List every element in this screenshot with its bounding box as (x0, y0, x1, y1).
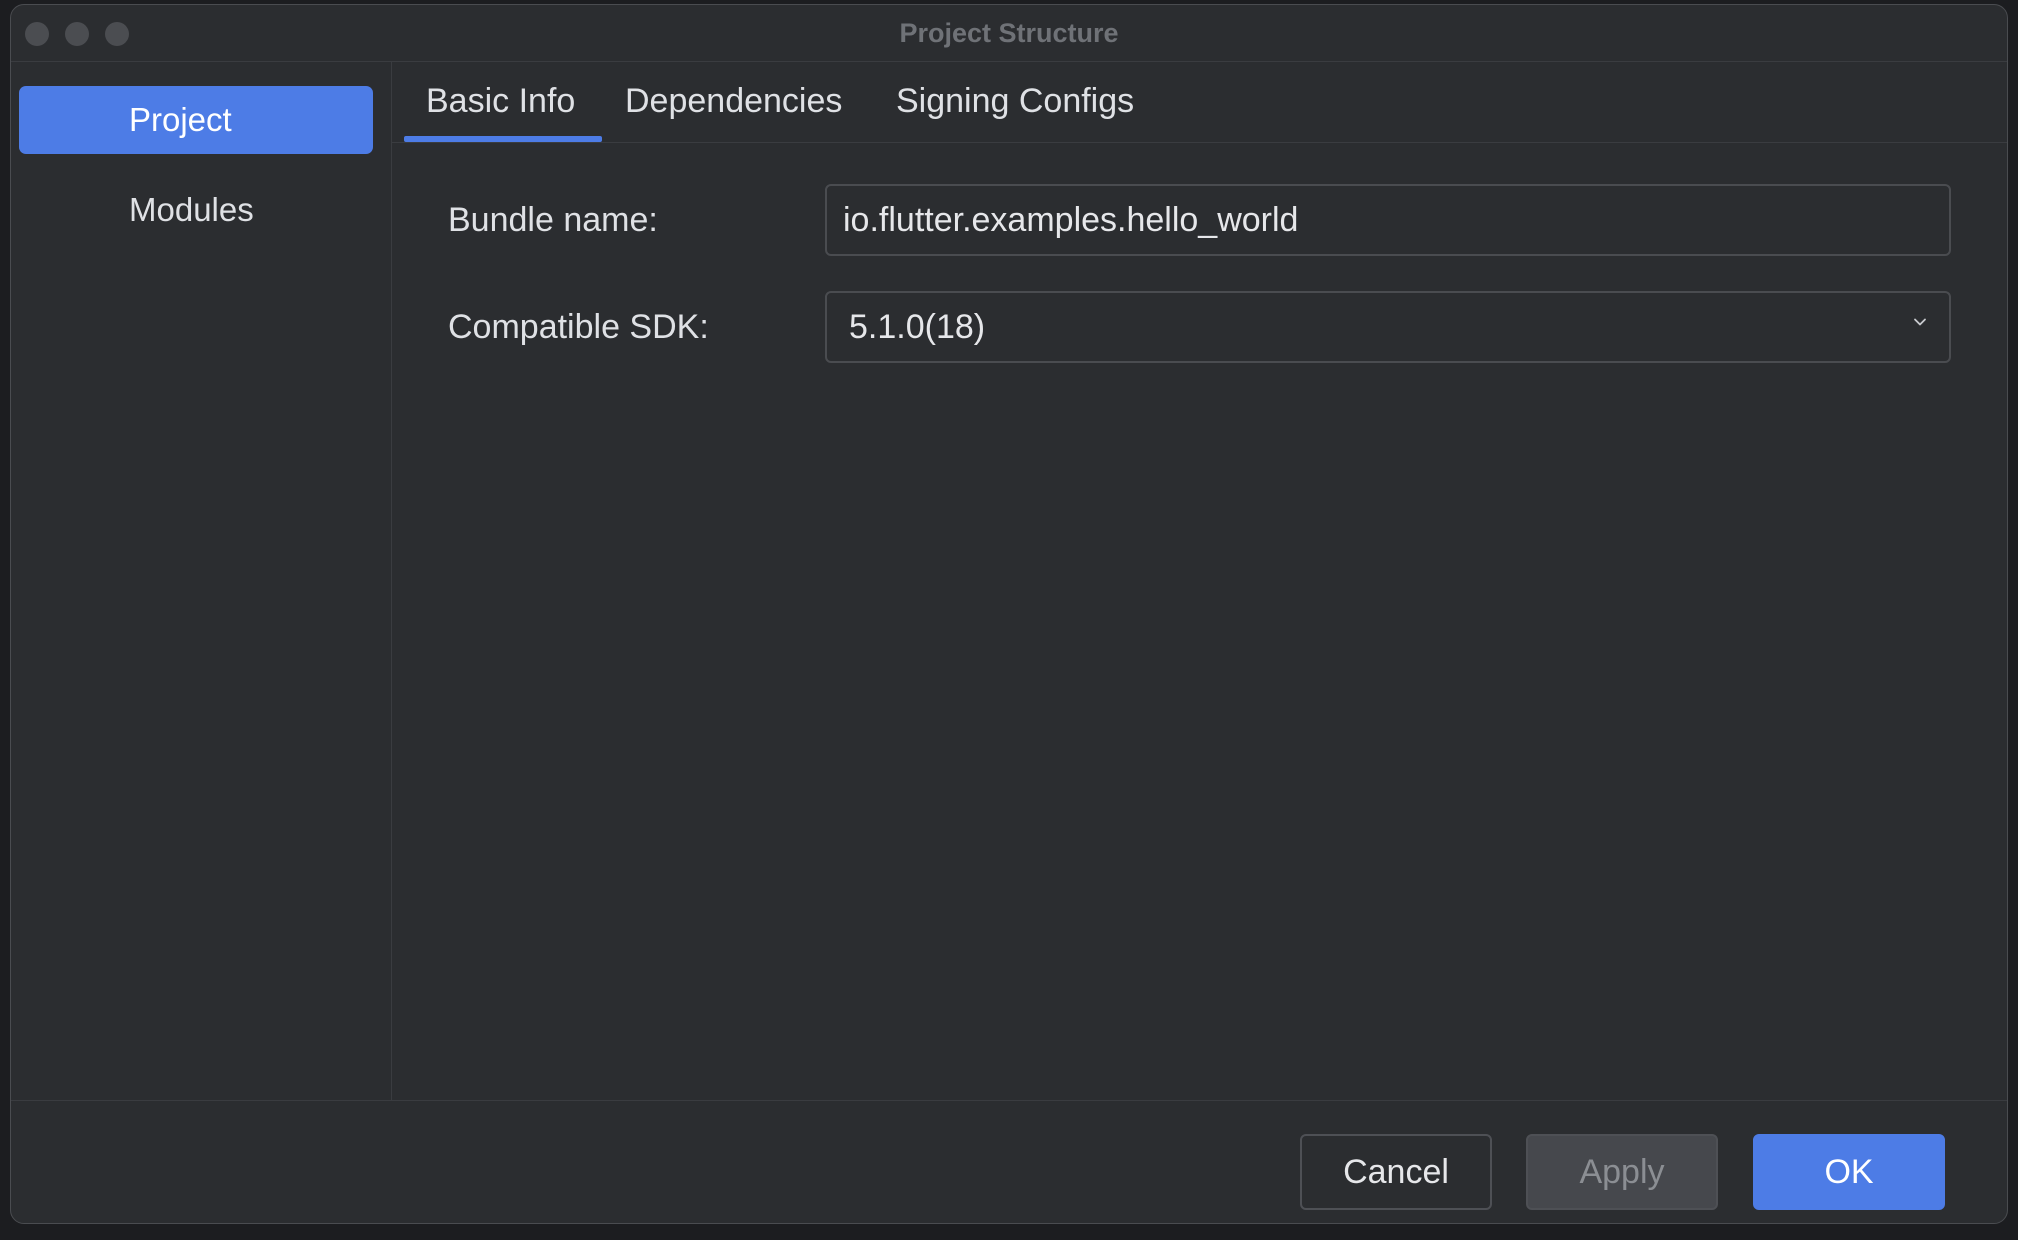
sidebar: Project Modules (11, 62, 392, 1100)
bundle-name-input[interactable]: io.flutter.examples.hello_world (825, 184, 1951, 256)
sidebar-item-modules[interactable]: Modules (19, 176, 373, 244)
tab-signing-configs[interactable]: Signing Configs (896, 82, 1134, 121)
bundle-name-label: Bundle name: (448, 201, 658, 239)
tab-basic-info[interactable]: Basic Info (426, 82, 575, 121)
cancel-button[interactable]: Cancel (1300, 1134, 1492, 1210)
project-structure-dialog: Project Structure Project Modules Basic … (10, 4, 2008, 1224)
sidebar-item-label: Project (129, 101, 232, 138)
ok-button[interactable]: OK (1753, 1134, 1945, 1210)
dialog-footer: Cancel Apply OK (11, 1100, 2007, 1223)
sidebar-item-label: Modules (129, 191, 254, 228)
compatible-sdk-value: 5.1.0(18) (849, 308, 986, 346)
window-title: Project Structure (899, 18, 1119, 48)
chevron-down-icon (1914, 318, 1926, 326)
compatible-sdk-select[interactable]: 5.1.0(18) (825, 291, 1951, 363)
compatible-sdk-label: Compatible SDK: (448, 308, 709, 346)
tab-dependencies[interactable]: Dependencies (625, 82, 842, 121)
apply-button[interactable]: Apply (1526, 1134, 1718, 1210)
title-bar: Project Structure (11, 5, 2007, 62)
sidebar-item-project[interactable]: Project (19, 86, 373, 154)
tab-bar: Basic Info Dependencies Signing Configs (392, 62, 2007, 143)
active-tab-indicator (404, 136, 602, 142)
